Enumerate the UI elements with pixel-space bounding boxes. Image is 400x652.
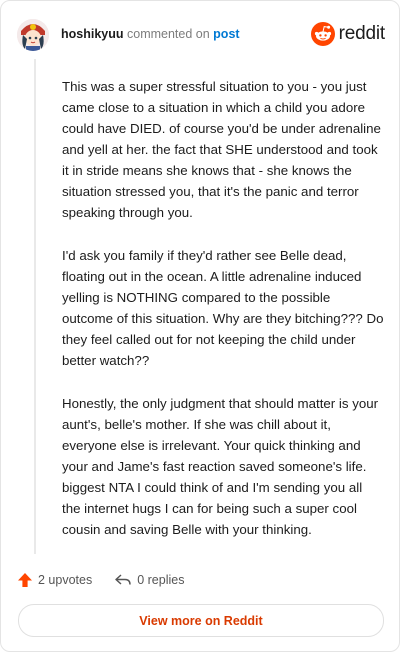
upvote-button[interactable]: 2 upvotes — [17, 572, 92, 588]
reddit-wordmark: reddit — [338, 23, 386, 44]
comment-meta: hoshikyuu commented on post — [61, 27, 240, 41]
reply-button[interactable]: 0 replies — [114, 573, 184, 587]
post-link[interactable]: post — [213, 27, 239, 41]
embedded-comment-card: hoshikyuu commented on post reddit This … — [0, 0, 400, 652]
comment-body: This was a super stressful situation to … — [62, 76, 384, 562]
action-text: commented on — [127, 27, 210, 41]
reply-arrow-icon — [115, 574, 131, 585]
upvote-arrow-icon — [18, 573, 32, 587]
comment-header: hoshikyuu commented on post reddit — [17, 15, 385, 55]
reply-count: 0 replies — [137, 573, 185, 587]
avatar-illustration-icon — [17, 19, 49, 51]
user-avatar[interactable] — [17, 19, 49, 51]
reddit-logo[interactable]: reddit — [310, 21, 386, 47]
username-link[interactable]: hoshikyuu — [61, 27, 124, 41]
comment-paragraph: This was a super stressful situation to … — [62, 79, 381, 220]
comment-paragraph: Honestly, the only judgment that should … — [62, 396, 379, 537]
comment-actions: 2 upvotes 0 replies — [17, 570, 206, 590]
thread-line — [34, 59, 36, 554]
upvote-count: 2 upvotes — [38, 573, 93, 587]
view-more-button[interactable]: View more on Reddit — [18, 604, 384, 637]
reddit-snoo-icon — [310, 22, 335, 46]
comment-paragraph: I'd ask you family if they'd rather see … — [62, 248, 384, 368]
